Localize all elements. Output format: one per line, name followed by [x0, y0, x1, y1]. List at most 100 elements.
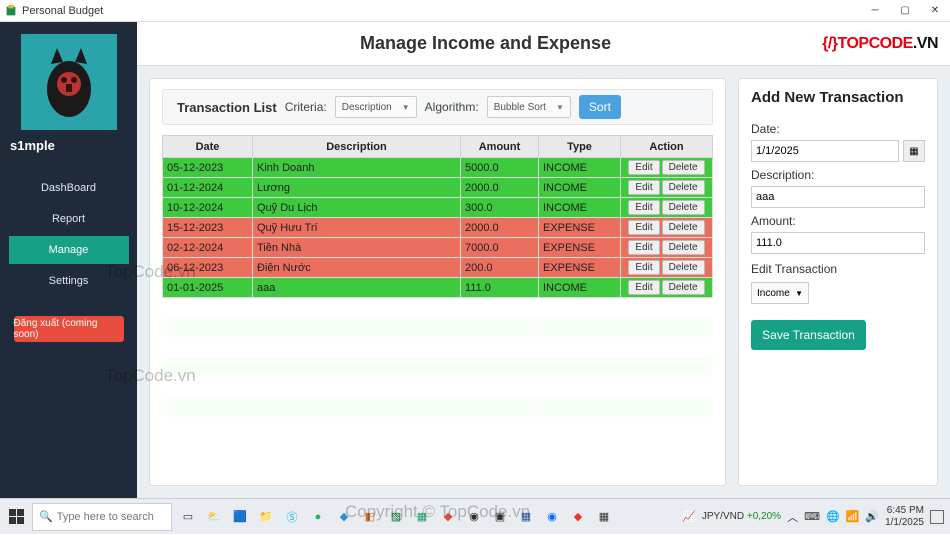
- taskbar-apps: ▭ ⛅ 🟦 📁 Ⓢ ● ◆ ◧ ▧ ▦ ◆ ◉ ▣ ▦ ◉ ◆ ▦: [176, 505, 616, 529]
- delete-button[interactable]: Delete: [662, 240, 705, 255]
- algorithm-dropdown[interactable]: Bubble Sort▼: [487, 96, 571, 118]
- start-button[interactable]: [0, 499, 32, 535]
- edit-button[interactable]: Edit: [628, 220, 659, 235]
- cell-action: EditDelete: [621, 198, 713, 218]
- delete-button[interactable]: Delete: [662, 180, 705, 195]
- transaction-list-label: Transaction List: [177, 100, 277, 115]
- date-picker-button[interactable]: ▦: [903, 140, 925, 162]
- column-header: Date: [163, 136, 253, 158]
- table-row-empty: [163, 398, 713, 418]
- window-close-button[interactable]: ✕: [920, 0, 950, 22]
- git-icon[interactable]: ◆: [436, 505, 460, 529]
- chrome-icon[interactable]: ◉: [462, 505, 486, 529]
- cell-action: EditDelete: [621, 258, 713, 278]
- spotify-icon[interactable]: ●: [306, 505, 330, 529]
- taskbar-search[interactable]: 🔍 Type here to search: [32, 503, 172, 531]
- vscode-icon[interactable]: ◆: [332, 505, 356, 529]
- delete-button[interactable]: Delete: [662, 200, 705, 215]
- system-tray: 📈 JPY/VND +0,20% ︿ ⌨ 🌐 📶 🔊 6:45 PM 1/1/2…: [682, 505, 950, 529]
- word-icon[interactable]: ▦: [514, 505, 538, 529]
- window-title: Personal Budget: [22, 5, 860, 17]
- sidebar-item-settings[interactable]: Settings: [9, 267, 129, 295]
- tray-chevron-icon[interactable]: ︿: [787, 509, 798, 525]
- date-input[interactable]: 1/1/2025: [751, 140, 899, 162]
- cell-amount: 111.0: [461, 278, 539, 298]
- zalo-icon[interactable]: ◉: [540, 505, 564, 529]
- description-input[interactable]: aaa: [751, 186, 925, 208]
- algorithm-label: Algorithm:: [425, 100, 479, 114]
- sidebar: s1mple DashBoardReportManageSettings Đăn…: [0, 22, 137, 498]
- form-title: Add New Transaction: [751, 89, 925, 106]
- edit-button[interactable]: Edit: [628, 200, 659, 215]
- notifications-button[interactable]: [930, 510, 944, 524]
- excel-icon[interactable]: ▧: [384, 505, 408, 529]
- logout-button[interactable]: Đăng xuất (coming soon): [14, 316, 124, 342]
- wifi-icon[interactable]: 📶: [846, 510, 860, 523]
- edit-button[interactable]: Edit: [628, 260, 659, 275]
- taskview-icon[interactable]: ▭: [176, 505, 200, 529]
- delete-button[interactable]: Delete: [662, 160, 705, 175]
- chevron-down-icon: ▼: [556, 103, 564, 112]
- currency-widget[interactable]: JPY/VND +0,20%: [702, 511, 781, 522]
- cell-desc: Điện Nước: [253, 258, 461, 278]
- skype-icon[interactable]: Ⓢ: [280, 505, 304, 529]
- sidebar-item-manage[interactable]: Manage: [9, 236, 129, 264]
- save-transaction-button[interactable]: Save Transaction: [751, 320, 866, 350]
- edit-button[interactable]: Edit: [628, 240, 659, 255]
- delete-button[interactable]: Delete: [662, 280, 705, 295]
- clock[interactable]: 6:45 PM 1/1/2025: [885, 505, 924, 529]
- table-row: 10-12-2024Quỹ Du Lịch300.0INCOMEEditDele…: [163, 198, 713, 218]
- edge-icon[interactable]: 🟦: [228, 505, 252, 529]
- teams-icon[interactable]: ▦: [410, 505, 434, 529]
- search-icon: 🔍: [39, 510, 53, 523]
- search-placeholder: Type here to search: [57, 511, 154, 523]
- cell-date: 06-12-2023: [163, 258, 253, 278]
- sidebar-item-dashboard[interactable]: DashBoard: [9, 174, 129, 202]
- edit-button[interactable]: Edit: [628, 160, 659, 175]
- cell-type: INCOME: [539, 198, 621, 218]
- amount-input[interactable]: 111.0: [751, 232, 925, 254]
- window-maximize-button[interactable]: ▢: [890, 0, 920, 22]
- transactions-table: DateDescriptionAmountTypeAction 05-12-20…: [162, 135, 713, 418]
- budget-app-icon[interactable]: ▦: [592, 505, 616, 529]
- cell-type: EXPENSE: [539, 238, 621, 258]
- weather-icon[interactable]: ⛅: [202, 505, 226, 529]
- currency-icon[interactable]: 📈: [682, 510, 696, 523]
- volume-icon[interactable]: 🔊: [865, 510, 879, 523]
- criteria-label: Criteria:: [285, 100, 327, 114]
- cell-amount: 2000.0: [461, 218, 539, 238]
- keyboard-icon[interactable]: ⌨: [804, 510, 820, 523]
- sidebar-item-report[interactable]: Report: [9, 205, 129, 233]
- table-row: 15-12-2023Quỹ Hưu Trí2000.0EXPENSEEditDe…: [163, 218, 713, 238]
- delete-button[interactable]: Delete: [662, 220, 705, 235]
- delete-button[interactable]: Delete: [662, 260, 705, 275]
- edit-button[interactable]: Edit: [628, 180, 659, 195]
- cell-date: 01-12-2024: [163, 178, 253, 198]
- edit-transaction-label: Edit Transaction: [751, 262, 925, 276]
- app-icon[interactable]: ◧: [358, 505, 382, 529]
- cell-type: INCOME: [539, 178, 621, 198]
- edit-button[interactable]: Edit: [628, 280, 659, 295]
- cell-desc: Tiền Nhà: [253, 238, 461, 258]
- cell-date: 10-12-2024: [163, 198, 253, 218]
- sort-button[interactable]: Sort: [579, 95, 621, 119]
- app2-icon[interactable]: ◆: [566, 505, 590, 529]
- explorer-icon[interactable]: 📁: [254, 505, 278, 529]
- column-header: Type: [539, 136, 621, 158]
- cell-date: 05-12-2023: [163, 158, 253, 178]
- cell-desc: Quỹ Hưu Trí: [253, 218, 461, 238]
- cell-type: INCOME: [539, 158, 621, 178]
- cell-amount: 2000.0: [461, 178, 539, 198]
- table-row: 02-12-2024Tiền Nhà7000.0EXPENSEEditDelet…: [163, 238, 713, 258]
- type-dropdown[interactable]: Income▼: [751, 282, 809, 304]
- cell-amount: 7000.0: [461, 238, 539, 258]
- app-icon: [4, 4, 18, 18]
- criteria-dropdown[interactable]: Description▼: [335, 96, 417, 118]
- table-row: 01-01-2025aaa111.0INCOMEEditDelete: [163, 278, 713, 298]
- add-transaction-panel: Add New Transaction Date: 1/1/2025 ▦ Des…: [738, 78, 938, 486]
- terminal-icon[interactable]: ▣: [488, 505, 512, 529]
- avatar: [21, 34, 117, 130]
- window-minimize-button[interactable]: ─: [860, 0, 890, 22]
- cell-action: EditDelete: [621, 158, 713, 178]
- language-icon[interactable]: 🌐: [826, 510, 840, 523]
